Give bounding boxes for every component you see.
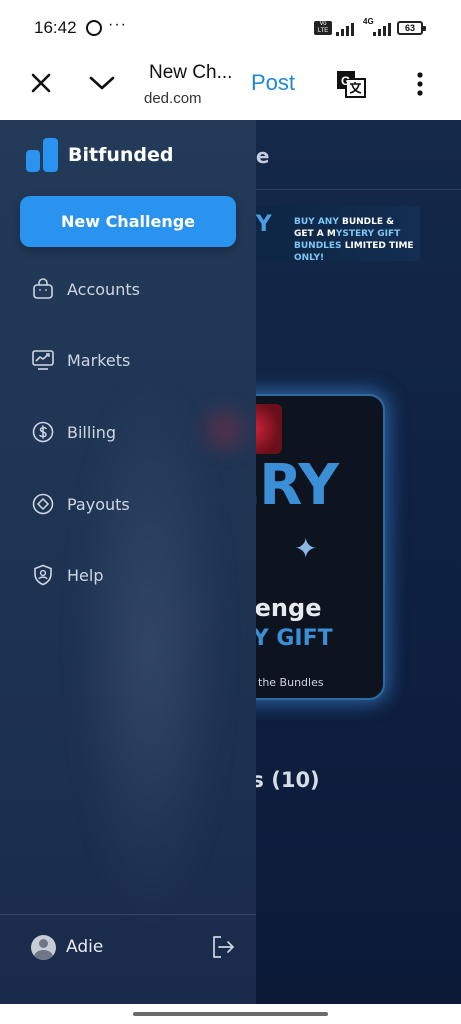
nav-item-accounts[interactable]: Accounts: [32, 274, 140, 304]
shield-user-icon: [34, 564, 52, 586]
sparkle-icon: ✦: [294, 532, 318, 565]
nav-item-billing[interactable]: Billing: [32, 417, 116, 447]
nav-item-payouts[interactable]: Payouts: [32, 489, 130, 519]
browser-toolbar: New Ch... ded.com Post G: [0, 56, 461, 120]
nav-label-payouts: Payouts: [67, 494, 130, 514]
battery-icon: 63: [397, 21, 426, 35]
bag-icon: [33, 278, 53, 299]
status-time: 16:42: [34, 18, 77, 37]
nav-label-billing: Billing: [67, 422, 117, 442]
brand-name: Bitfunded: [68, 144, 174, 166]
brand[interactable]: Bitfunded: [26, 138, 173, 172]
post-button[interactable]: Post: [251, 70, 295, 96]
gesture-bar[interactable]: [133, 1012, 328, 1016]
promo-line-3: the Bundles: [258, 676, 324, 689]
signal-icon-2: [373, 22, 391, 36]
navigation-area: [0, 1004, 461, 1024]
logout-icon[interactable]: [210, 934, 236, 960]
chart-monitor-icon: [32, 350, 54, 370]
new-challenge-button[interactable]: New Challenge: [20, 196, 236, 247]
nav-label-markets: Markets: [67, 350, 131, 370]
nav-label-accounts: Accounts: [67, 279, 140, 299]
more-vertical-icon[interactable]: [410, 70, 430, 98]
page-title: New Ch...: [149, 62, 233, 83]
drawer-footer: Adie: [0, 914, 256, 1004]
close-icon[interactable]: [26, 68, 56, 98]
page-url: ded.com: [144, 90, 202, 107]
dollar-icon: [32, 421, 54, 443]
status-bar: 16:42 ··· Vo LTE 4G 63: [0, 0, 461, 56]
blurred-content-accent: [190, 405, 256, 455]
status-more-icon: ···: [108, 16, 127, 33]
avatar[interactable]: [31, 935, 56, 960]
nav-item-help[interactable]: Help: [32, 560, 103, 590]
svg-text:G: G: [341, 74, 350, 88]
chevron-down-icon[interactable]: [86, 68, 118, 98]
banner-text: BUY ANY BUNDLE & GET A MYSTERY GIFT BUND…: [294, 217, 414, 263]
username[interactable]: Adie: [66, 937, 103, 957]
translate-icon[interactable]: G: [335, 69, 367, 99]
nav-label-help: Help: [67, 565, 104, 585]
bitfunded-logo-icon: [26, 138, 60, 172]
whatsapp-icon: [86, 20, 102, 36]
diamond-icon: [32, 493, 54, 515]
nav-drawer: Bitfunded New Challenge Accounts Markets…: [0, 120, 256, 1004]
volte-icon: Vo LTE: [314, 21, 332, 35]
signal-icon: [336, 22, 354, 36]
nav-item-markets[interactable]: Markets: [32, 345, 130, 375]
